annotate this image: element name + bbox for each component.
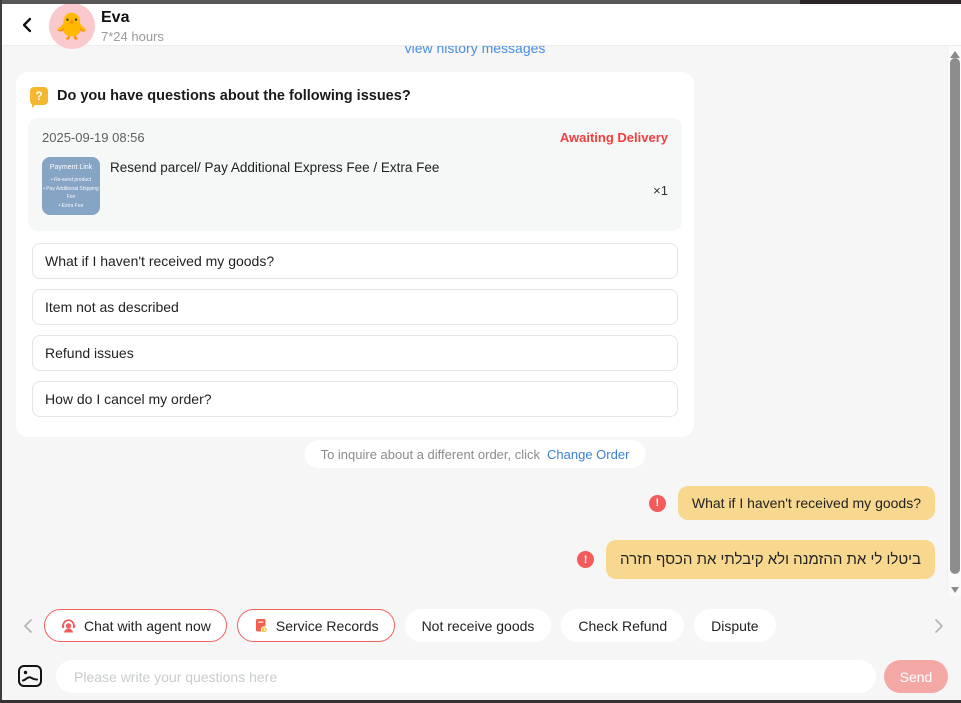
chip-label: Not receive goods: [422, 618, 535, 634]
send-error-icon[interactable]: !: [577, 551, 594, 568]
question-option-not-as-described[interactable]: Item not as described: [32, 289, 678, 325]
records-document-icon: [253, 617, 269, 634]
send-error-icon[interactable]: !: [649, 495, 666, 512]
chips-scroll-left[interactable]: [20, 616, 36, 636]
chip-label: Service Records: [276, 618, 379, 634]
chip-chat-with-agent[interactable]: Chat with agent now: [44, 609, 227, 642]
question-option-cancel-order[interactable]: How do I cancel my order?: [32, 381, 678, 417]
order-summary-card[interactable]: 2025-09-19 08:56 Awaiting Delivery Payme…: [28, 118, 682, 231]
chevron-right-icon: [934, 618, 944, 634]
user-message-row: ! What if I haven't received my goods?: [649, 486, 935, 520]
thumbnail-line: • Extra Fee: [42, 202, 100, 211]
chip-dispute[interactable]: Dispute: [694, 609, 775, 642]
user-message-row: ! ביטלו לי את ההזמנה ולא קיבלתי את הכסף …: [577, 540, 935, 579]
attach-image-button[interactable]: [16, 662, 44, 690]
change-order-pill: To inquire about a different order, clic…: [305, 440, 646, 468]
card-heading-row: ? Do you have questions about the follow…: [16, 72, 694, 118]
thumbnail-title: Payment Link: [42, 164, 100, 171]
bot-avatar: 🐥: [49, 3, 95, 49]
order-quantity: ×1: [653, 175, 668, 198]
quick-actions-bar: Chat with agent now Service Records Not …: [0, 609, 961, 643]
question-option-refund-issues[interactable]: Refund issues: [32, 335, 678, 371]
order-meta-row: 2025-09-19 08:56 Awaiting Delivery: [42, 130, 668, 145]
back-button[interactable]: [16, 14, 38, 36]
send-button[interactable]: Send: [884, 660, 948, 693]
bot-availability: 7*24 hours: [101, 29, 164, 44]
scrollbar[interactable]: [947, 46, 961, 596]
scroll-up-arrow-icon[interactable]: [950, 51, 960, 58]
message-input[interactable]: [56, 660, 876, 693]
chip-not-receive-goods[interactable]: Not receive goods: [405, 609, 552, 642]
change-order-text: To inquire about a different order, clic…: [321, 447, 540, 462]
chat-header: 🐥 Eva 7*24 hours: [2, 4, 961, 46]
chip-label: Chat with agent now: [84, 618, 211, 634]
chips-list: Chat with agent now Service Records Not …: [44, 609, 776, 642]
change-order-link[interactable]: Change Order: [547, 447, 629, 462]
chat-window: view history messages 🐥 Eva 7*24 hours ?…: [0, 0, 961, 703]
bot-message-card: ? Do you have questions about the follow…: [16, 72, 694, 437]
user-message-bubble: ביטלו לי את ההזמנה ולא קיבלתי את הכסף חז…: [606, 540, 935, 579]
card-heading: Do you have questions about the followin…: [57, 88, 411, 104]
scroll-down-arrow-icon[interactable]: [951, 587, 959, 593]
scrollbar-thumb[interactable]: [950, 58, 960, 574]
order-date: 2025-09-19 08:56: [42, 130, 145, 145]
window-top-edge: [0, 0, 961, 4]
chip-label: Dispute: [711, 618, 758, 634]
bot-name: Eva: [101, 9, 129, 27]
chips-scroll-right[interactable]: [931, 616, 947, 636]
order-status-badge: Awaiting Delivery: [560, 130, 668, 145]
order-title: Resend parcel/ Pay Additional Express Fe…: [100, 157, 653, 215]
question-bubble-icon: ?: [30, 87, 48, 105]
picture-icon: [16, 662, 44, 690]
chevron-left-icon: [20, 16, 34, 34]
product-thumbnail: Payment Link • Re-send product • Pay Add…: [42, 157, 100, 215]
question-option-not-received[interactable]: What if I haven't received my goods?: [32, 243, 678, 279]
agent-headset-icon: [60, 617, 77, 634]
order-product-row: Payment Link • Re-send product • Pay Add…: [42, 157, 668, 215]
user-message-bubble: What if I haven't received my goods?: [678, 486, 935, 520]
chevron-left-icon: [23, 618, 33, 634]
chip-label: Check Refund: [578, 618, 667, 634]
chip-check-refund[interactable]: Check Refund: [561, 609, 684, 642]
chip-service-records[interactable]: Service Records: [237, 609, 395, 642]
thumbnail-line: • Pay Additional Shipping Fee: [42, 185, 100, 202]
window-left-edge: [0, 0, 2, 703]
thumbnail-line: • Re-send product: [42, 176, 100, 185]
